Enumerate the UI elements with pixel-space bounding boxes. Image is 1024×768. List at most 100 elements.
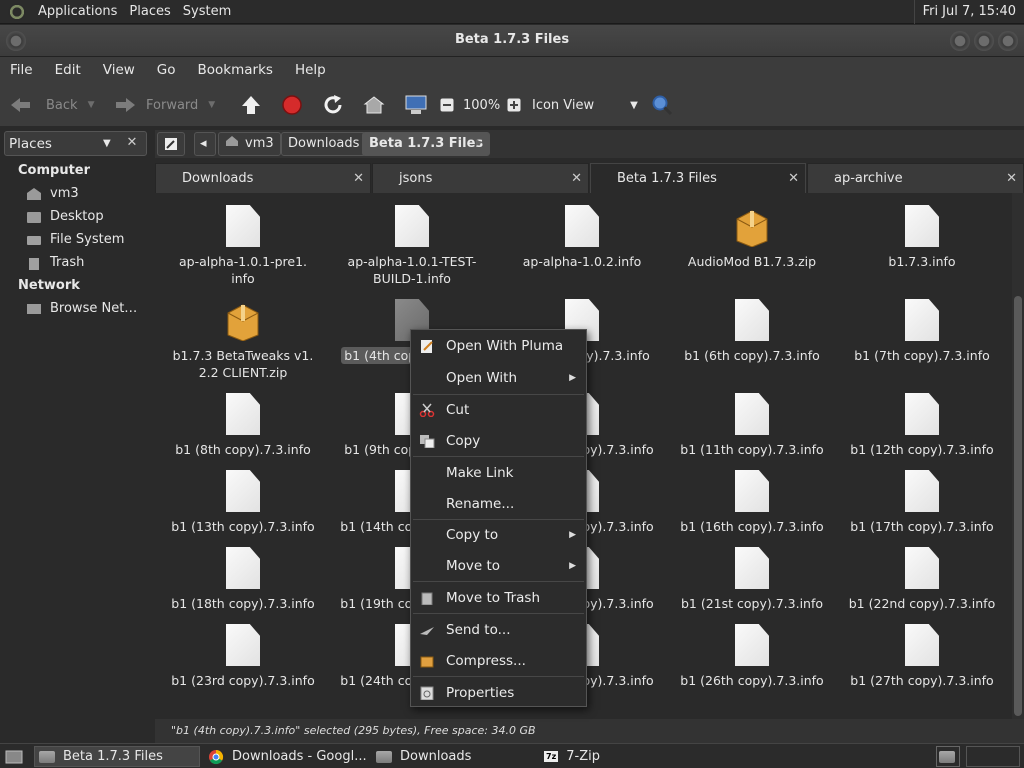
workspace-switcher-2[interactable] (966, 746, 1020, 767)
file-item[interactable]: ap-alpha-1.0.1-pre1. info (158, 205, 328, 287)
menu-help[interactable]: Help (285, 62, 336, 78)
file-item[interactable]: b1 (12th copy).7.3.info (837, 393, 1007, 458)
file-item[interactable]: b1 (7th copy).7.3.info (837, 299, 1007, 364)
ctx-send-to[interactable]: Send to... (411, 616, 586, 644)
sidebar-item-browse-network[interactable]: Browse Net… (26, 301, 137, 316)
file-item[interactable]: b1 (27th copy).7.3.info (837, 624, 1007, 689)
menu-file[interactable]: File (0, 62, 43, 78)
file-item[interactable]: b1 (16th copy).7.3.info (667, 470, 837, 535)
file-item[interactable]: b1 (13th copy).7.3.info (158, 470, 328, 535)
tab-beta-files[interactable]: Beta 1.7.3 Files ✕ (590, 163, 806, 193)
stop-button[interactable] (281, 83, 303, 127)
menu-bookmarks[interactable]: Bookmarks (188, 62, 283, 78)
ctx-cut[interactable]: Cut (411, 396, 586, 424)
tab-ap-archive[interactable]: ap-archive ✕ (807, 163, 1024, 193)
back-dropdown-icon[interactable]: ▼ (88, 100, 95, 110)
taskbar-item-7zip[interactable]: 7z 7-Zip (540, 746, 706, 767)
file-item[interactable]: b1 (8th copy).7.3.info (158, 393, 328, 458)
path-scroll-left-icon[interactable]: ◂ (194, 132, 216, 156)
sidebar-item-vm3[interactable]: vm3 (26, 186, 79, 201)
tab-close-icon[interactable]: ✕ (353, 164, 364, 194)
file-item[interactable]: b1.7.3 BetaTweaks v1. 2.2 CLIENT.zip (158, 299, 328, 381)
file-item[interactable]: b1 (21st copy).7.3.info (667, 547, 837, 612)
file-item[interactable]: b1 (22nd copy).7.3.info (837, 547, 1007, 612)
taskbar-item-downloads[interactable]: Downloads (372, 746, 538, 767)
taskbar-item-chrome[interactable]: Downloads - Googl... (204, 746, 370, 767)
maximize-icon[interactable] (974, 31, 994, 51)
taskbar-item-beta-files[interactable]: Beta 1.7.3 Files (34, 746, 200, 767)
ctx-make-link[interactable]: Make Link (411, 459, 586, 487)
forward-button[interactable]: Forward ▼ (112, 83, 215, 127)
file-item[interactable]: ap-alpha-1.0.2.info (497, 205, 667, 270)
path-crumb-vm3[interactable]: vm3 (218, 132, 281, 156)
minimize-icon[interactable] (950, 31, 970, 51)
sidebar-close-icon[interactable]: ✕ (121, 131, 143, 155)
menu-go[interactable]: Go (147, 62, 186, 78)
panel-clock[interactable]: Fri Jul 7, 15:40 (913, 0, 1024, 24)
distro-logo-icon[interactable] (8, 2, 26, 21)
ctx-move-to[interactable]: Move to ▶ (411, 552, 586, 580)
panel-menu-places[interactable]: Places (123, 4, 176, 19)
ctx-compress[interactable]: Compress... (411, 647, 586, 675)
zoom-out-button[interactable] (440, 83, 454, 127)
file-item[interactable]: b1 (26th copy).7.3.info (667, 624, 837, 689)
document-file-icon (735, 624, 769, 666)
sidebar-item-trash[interactable]: Trash (26, 255, 84, 270)
tab-downloads[interactable]: Downloads ✕ (155, 163, 371, 193)
forward-dropdown-icon[interactable]: ▼ (208, 100, 215, 110)
file-item[interactable]: b1 (23rd copy).7.3.info (158, 624, 328, 689)
home-button[interactable] (363, 83, 385, 127)
document-file-icon (905, 624, 939, 666)
edit-location-button[interactable] (157, 132, 185, 156)
search-button[interactable] (651, 83, 673, 127)
document-file-icon (735, 470, 769, 512)
copy-icon (420, 435, 435, 448)
workspace-switcher-1[interactable] (936, 746, 960, 767)
path-scroll-right-icon[interactable]: ▸ (470, 132, 489, 156)
panel-menu-system[interactable]: System (177, 4, 237, 19)
view-mode-select[interactable]: Icon View ▼ (532, 83, 638, 127)
panel-menu-applications[interactable]: Applications (32, 4, 123, 19)
tab-close-icon[interactable]: ✕ (1006, 164, 1017, 194)
file-item[interactable]: b1 (18th copy).7.3.info (158, 547, 328, 612)
ctx-open-with[interactable]: Open With ▶ (411, 364, 586, 392)
tab-bar: Downloads ✕ jsons ✕ Beta 1.7.3 Files ✕ ap-a… (155, 163, 1024, 193)
file-item[interactable]: AudioMod B1.7.3.zip (667, 205, 837, 270)
file-item[interactable]: b1 (17th copy).7.3.info (837, 470, 1007, 535)
file-item[interactable]: ap-alpha-1.0.1-TEST- BUILD-1.info (327, 205, 497, 287)
workspace-window-icon (939, 750, 955, 763)
menu-edit[interactable]: Edit (45, 62, 91, 78)
reload-button[interactable] (322, 83, 344, 127)
computer-button[interactable] (404, 83, 428, 127)
file-item[interactable]: b1 (6th copy).7.3.info (667, 299, 837, 364)
ctx-rename[interactable]: Rename... (411, 490, 586, 518)
ctx-copy[interactable]: Copy (411, 427, 586, 455)
path-crumb-downloads[interactable]: Downloads (281, 132, 367, 156)
ctx-copy-to[interactable]: Copy to ▶ (411, 521, 586, 549)
scrollbar-thumb[interactable] (1014, 296, 1022, 716)
pathbar: ◂ vm3 Downloads Beta 1.7.3 Files ▸ (155, 130, 1024, 158)
zoom-level[interactable]: 100% (463, 83, 500, 127)
file-name-label: b1 (17th copy).7.3.info (850, 519, 994, 534)
zoom-in-button[interactable] (507, 83, 521, 127)
menu-view[interactable]: View (93, 62, 145, 78)
up-button[interactable] (240, 83, 262, 127)
file-item[interactable]: b1.7.3.info (837, 205, 1007, 270)
file-item[interactable]: b1 (11th copy).7.3.info (667, 393, 837, 458)
top-panel: Applications Places System Fri Jul 7, 15… (0, 0, 1024, 24)
tab-close-icon[interactable]: ✕ (571, 164, 582, 194)
window-titlebar[interactable]: Beta 1.7.3 Files (0, 25, 1024, 57)
ctx-move-to-trash[interactable]: Move to Trash (411, 584, 586, 612)
sidebar-item-desktop[interactable]: Desktop (26, 209, 104, 224)
show-desktop-button[interactable] (2, 746, 28, 767)
back-button[interactable]: Back ▼ (8, 83, 94, 127)
close-window-icon[interactable] (998, 31, 1018, 51)
ctx-properties[interactable]: Properties (411, 679, 586, 707)
tab-jsons[interactable]: jsons ✕ (372, 163, 589, 193)
window-menu-icon[interactable] (6, 31, 26, 51)
sidebar-item-file-system[interactable]: File System (26, 232, 124, 247)
tab-close-icon[interactable]: ✕ (788, 164, 799, 194)
ctx-open-with-pluma[interactable]: Open With Pluma (411, 332, 586, 360)
home-icon (363, 96, 385, 114)
menu-separator (413, 519, 584, 520)
